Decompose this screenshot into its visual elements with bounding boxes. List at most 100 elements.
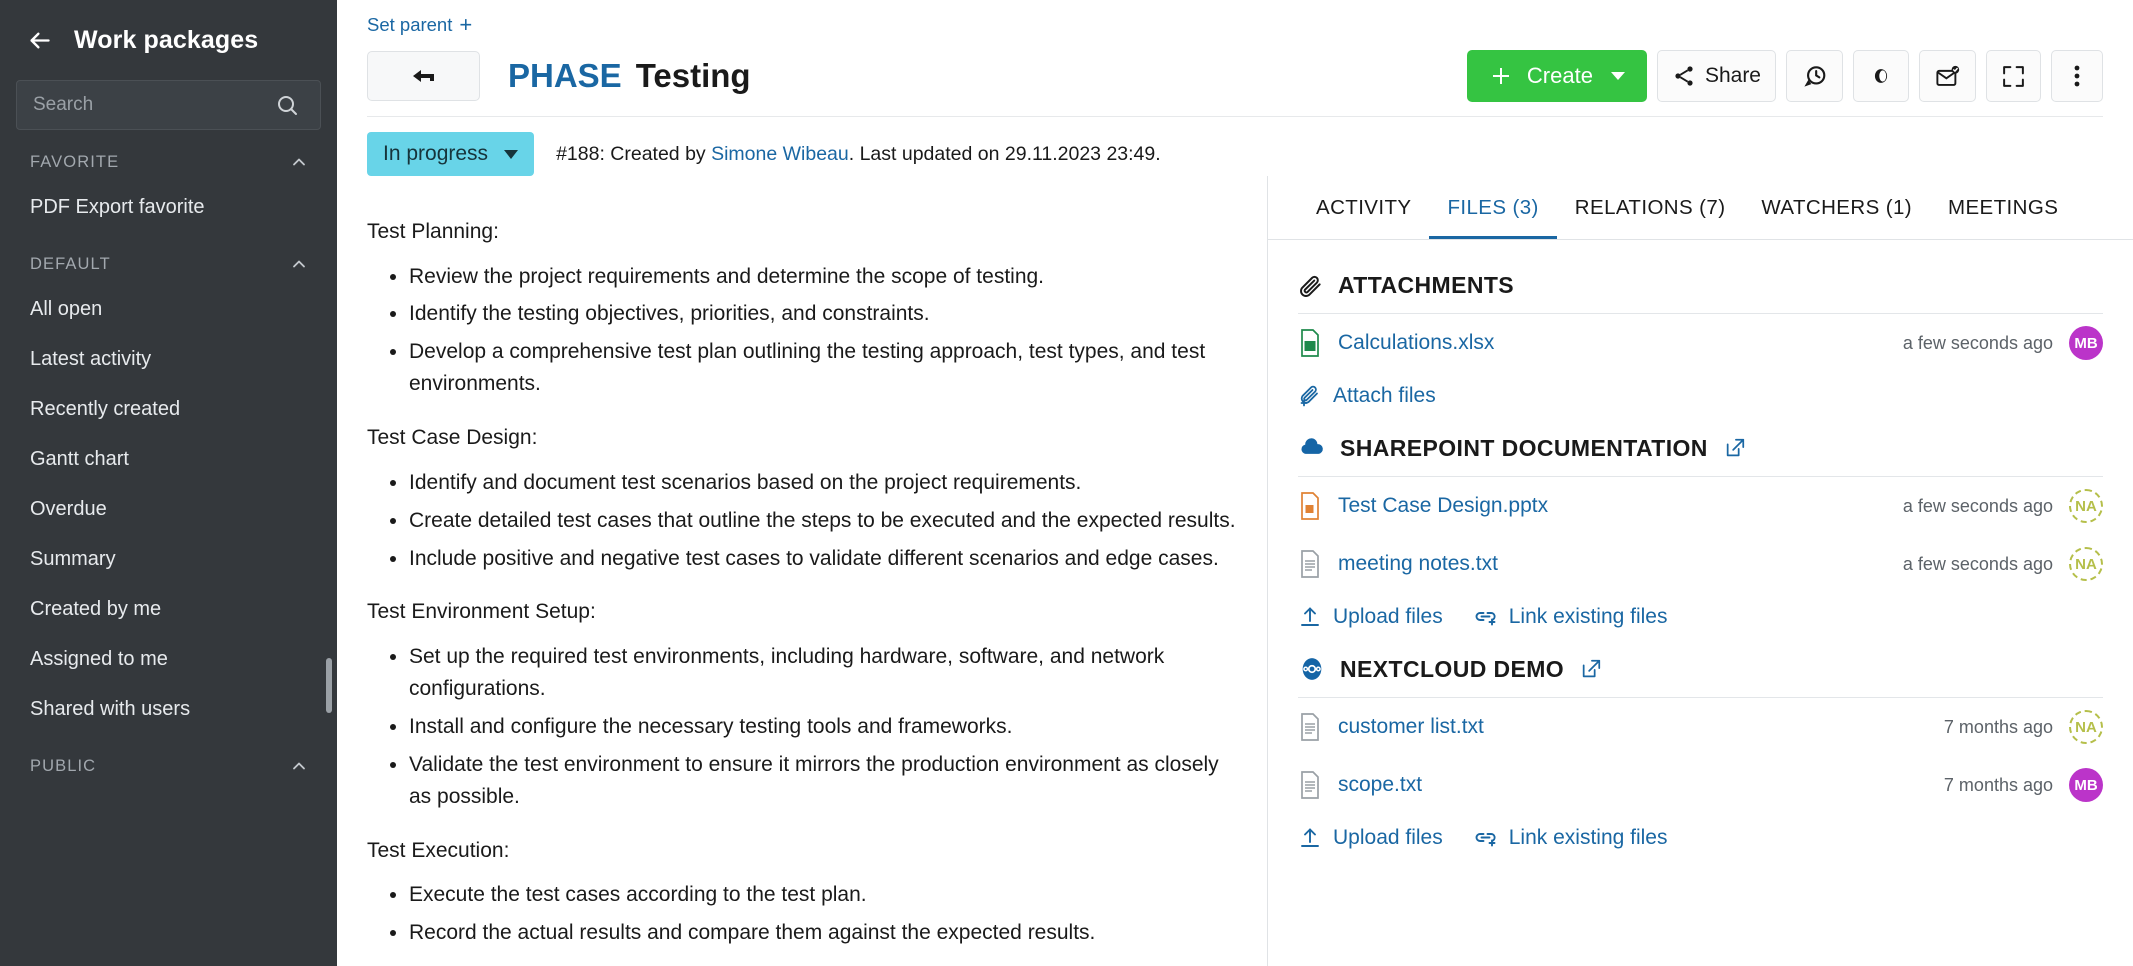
tab-watchers[interactable]: WATCHERS (1) bbox=[1743, 196, 1930, 239]
file-timestamp: a few seconds ago bbox=[1903, 333, 2053, 354]
search-input[interactable] bbox=[16, 80, 321, 130]
sidebar-header: Work packages bbox=[0, 0, 337, 80]
avatar[interactable]: MB bbox=[2069, 768, 2103, 802]
main-area: Set parent + PHASE Testing Create bbox=[337, 0, 2133, 966]
file-row[interactable]: scope.txt 7 months ago MB bbox=[1298, 756, 2103, 814]
file-row[interactable]: Test Case Design.pptx a few seconds ago … bbox=[1298, 477, 2103, 535]
file-name[interactable]: Calculations.xlsx bbox=[1338, 331, 1494, 355]
set-parent-label: Set parent bbox=[367, 14, 452, 36]
sidebar-item-recently-created[interactable]: Recently created bbox=[0, 384, 337, 434]
list-item: Validate the test environment to ensure … bbox=[409, 749, 1237, 813]
external-link-icon[interactable] bbox=[1724, 437, 1746, 459]
avatar[interactable]: NA bbox=[2069, 547, 2103, 581]
txt-file-icon bbox=[1298, 771, 1322, 799]
file-row[interactable]: customer list.txt 7 months ago NA bbox=[1298, 698, 2103, 756]
share-button[interactable]: Share bbox=[1657, 50, 1776, 102]
tab-meetings[interactable]: MEETINGS bbox=[1930, 196, 2076, 239]
details-pane: ACTIVITY FILES (3) RELATIONS (7) WATCHER… bbox=[1267, 176, 2133, 966]
description-heading: Test Planning: bbox=[367, 216, 1237, 249]
pptx-file-icon bbox=[1298, 492, 1322, 520]
sidebar-section-label: FAVORITE bbox=[30, 153, 119, 172]
work-package-type: PHASE bbox=[508, 57, 622, 95]
external-link-icon[interactable] bbox=[1580, 658, 1602, 680]
toolbar-actions: Create Share bbox=[1467, 50, 2103, 102]
file-group-title: NEXTCLOUD DEMO bbox=[1340, 656, 1564, 683]
tab-activity[interactable]: ACTIVITY bbox=[1298, 196, 1429, 239]
fullscreen-button[interactable] bbox=[1986, 50, 2041, 102]
sidebar-section-favorite[interactable]: FAVORITE bbox=[0, 130, 337, 182]
list-item: Identify the testing objectives, priorit… bbox=[409, 298, 1237, 330]
sidebar-title: Work packages bbox=[74, 26, 258, 55]
back-to-list-button[interactable] bbox=[367, 51, 480, 101]
list-item: Create detailed test cases that outline … bbox=[409, 505, 1237, 537]
attach-files-button[interactable]: Attach files bbox=[1298, 384, 1436, 408]
description-list: Review the project requirements and dete… bbox=[367, 261, 1237, 401]
sidebar-item-assigned-to-me[interactable]: Assigned to me bbox=[0, 634, 337, 684]
author-link[interactable]: Simone Wibeau bbox=[711, 143, 849, 165]
sidebar-item-shared-with-users[interactable]: Shared with users bbox=[0, 684, 337, 734]
description-content[interactable]: Test Planning: Review the project requir… bbox=[367, 216, 1237, 949]
work-package-subject: Testing bbox=[636, 57, 751, 95]
avatar[interactable]: NA bbox=[2069, 489, 2103, 523]
share-label: Share bbox=[1705, 64, 1761, 88]
file-group-sharepoint: SHAREPOINT DOCUMENTATION bbox=[1298, 424, 2103, 635]
list-item: Execute the test cases according to the … bbox=[409, 879, 1237, 911]
log-time-button[interactable] bbox=[1786, 50, 1843, 102]
list-item: Identify and document test scenarios bas… bbox=[409, 467, 1237, 499]
set-parent-button[interactable]: Set parent + bbox=[367, 14, 472, 36]
sidebar-item-all-open[interactable]: All open bbox=[0, 284, 337, 334]
file-name[interactable]: scope.txt bbox=[1338, 773, 1422, 797]
sidebar-scrollbar[interactable] bbox=[326, 658, 332, 713]
link-existing-files-button[interactable]: Link existing files bbox=[1473, 605, 1668, 629]
more-options-button[interactable] bbox=[2051, 50, 2103, 102]
sidebar-item-overdue[interactable]: Overdue bbox=[0, 484, 337, 534]
file-name[interactable]: meeting notes.txt bbox=[1338, 552, 1498, 576]
description-list: Execute the test cases according to the … bbox=[367, 879, 1237, 949]
file-row[interactable]: Calculations.xlsx a few seconds ago MB bbox=[1298, 314, 2103, 372]
file-group-actions: Upload files Link existing files bbox=[1298, 814, 2103, 856]
sidebar-item-latest-activity[interactable]: Latest activity bbox=[0, 334, 337, 384]
files-list: ATTACHMENTS Calculations.xlsx a few seco… bbox=[1268, 240, 2133, 966]
list-item: Include positive and negative test cases… bbox=[409, 543, 1237, 575]
file-name[interactable]: Test Case Design.pptx bbox=[1338, 494, 1548, 518]
avatar[interactable]: MB bbox=[2069, 326, 2103, 360]
description-heading: Test Environment Setup: bbox=[367, 596, 1237, 629]
description-pane: Test Planning: Review the project requir… bbox=[337, 176, 1267, 966]
description-heading: Test Execution: bbox=[367, 835, 1237, 868]
plus-icon: + bbox=[459, 14, 472, 36]
page-title: PHASE Testing bbox=[508, 57, 751, 95]
sidebar-section-public[interactable]: PUBLIC bbox=[0, 734, 337, 786]
work-package-meta: #188: Created by Simone Wibeau. Last upd… bbox=[556, 143, 1161, 166]
upload-icon bbox=[1298, 605, 1322, 629]
chevron-up-icon[interactable] bbox=[289, 254, 309, 274]
upload-files-button[interactable]: Upload files bbox=[1298, 826, 1443, 850]
file-timestamp: a few seconds ago bbox=[1903, 496, 2053, 517]
file-timestamp: 7 months ago bbox=[1944, 775, 2053, 796]
upload-files-button[interactable]: Upload files bbox=[1298, 605, 1443, 629]
link-existing-files-button[interactable]: Link existing files bbox=[1473, 826, 1668, 850]
sidebar-item-pdf-export-favorite[interactable]: PDF Export favorite bbox=[0, 182, 337, 232]
list-item: Set up the required test environments, i… bbox=[409, 641, 1237, 705]
avatar[interactable]: NA bbox=[2069, 710, 2103, 744]
sidebar-item-summary[interactable]: Summary bbox=[0, 534, 337, 584]
back-arrow-icon[interactable] bbox=[16, 17, 62, 63]
tab-files[interactable]: FILES (3) bbox=[1429, 196, 1556, 239]
sidebar-section-default[interactable]: DEFAULT bbox=[0, 232, 337, 284]
status-badge[interactable]: In progress bbox=[367, 132, 534, 176]
sidebar-section-label: PUBLIC bbox=[30, 757, 96, 776]
file-name[interactable]: customer list.txt bbox=[1338, 715, 1484, 739]
sidebar-item-created-by-me[interactable]: Created by me bbox=[0, 584, 337, 634]
description-heading: Test Case Design: bbox=[367, 422, 1237, 455]
sidebar: Work packages FAVORITE PDF Export favori… bbox=[0, 0, 337, 966]
chevron-up-icon[interactable] bbox=[289, 756, 309, 776]
file-row[interactable]: meeting notes.txt a few seconds ago NA bbox=[1298, 535, 2103, 593]
file-timestamp: 7 months ago bbox=[1944, 717, 2053, 738]
notification-button[interactable] bbox=[1919, 50, 1976, 102]
sidebar-item-gantt-chart[interactable]: Gantt chart bbox=[0, 434, 337, 484]
nextcloud-icon bbox=[1298, 655, 1326, 683]
mail-alert-icon bbox=[1934, 63, 1961, 90]
chevron-up-icon[interactable] bbox=[289, 152, 309, 172]
tab-relations[interactable]: RELATIONS (7) bbox=[1557, 196, 1744, 239]
watch-button[interactable] bbox=[1853, 50, 1909, 102]
create-button[interactable]: Create bbox=[1467, 50, 1647, 102]
